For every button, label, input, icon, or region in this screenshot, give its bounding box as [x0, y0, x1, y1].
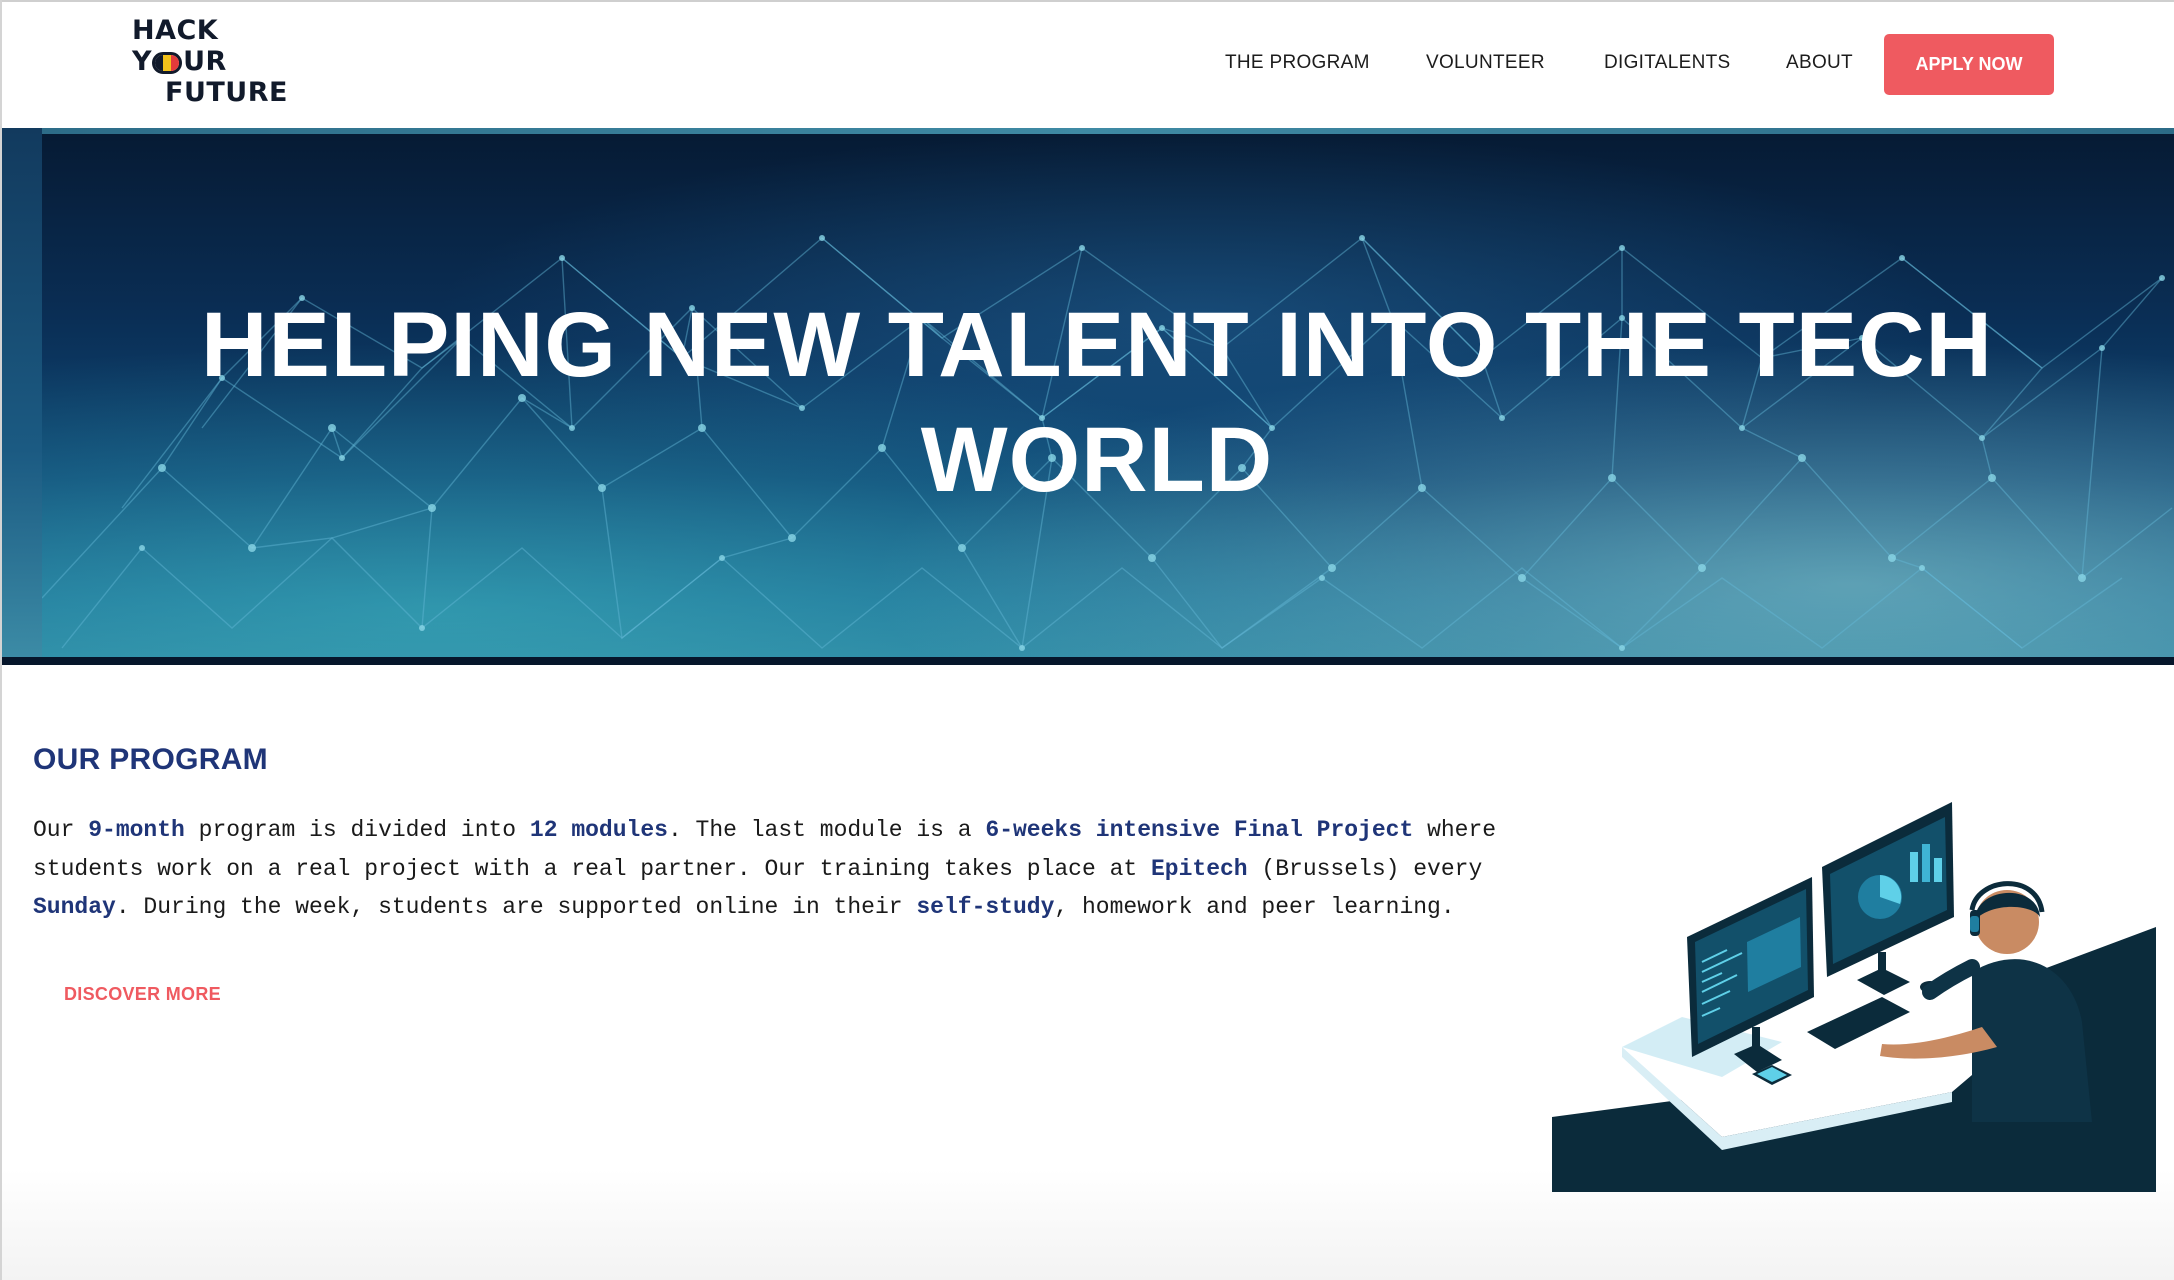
logo[interactable]: HACK Y UR FUTURE — [132, 16, 302, 112]
hero-left-border — [2, 128, 42, 665]
logo-line-2: Y UR — [132, 47, 227, 77]
nav-item-digitalents[interactable]: DIGITALENTS — [1604, 52, 1730, 74]
nav-item-volunteer[interactable]: VOLUNTEER — [1426, 52, 1545, 74]
text-fragment: program is divided into — [184, 817, 530, 843]
highlight-location: Epitech — [1150, 855, 1248, 882]
discover-more-link[interactable]: DISCOVER MORE — [64, 984, 221, 1005]
belgian-flag-icon — [152, 52, 183, 74]
hero-bottom-border — [2, 657, 2174, 665]
developer-illustration — [1552, 802, 2156, 1192]
program-title: OUR PROGRAM — [33, 743, 268, 776]
apply-now-button[interactable]: APPLY NOW — [1884, 34, 2054, 95]
hero-banner: HELPING NEW TALENT INTO THE TECH WORLD — [2, 128, 2174, 665]
highlight-self-study: self-study — [916, 894, 1055, 920]
hero-top-border — [2, 128, 2174, 134]
text-fragment: (Brussels) every — [1247, 855, 1483, 882]
nav-item-about[interactable]: ABOUT — [1786, 52, 1853, 74]
page: HACK Y UR FUTURE THE PROGRAM VOLUNTEER DI… — [0, 0, 2174, 1280]
text-fragment: . The last module is a — [667, 817, 986, 843]
highlight-day: Sunday — [33, 894, 116, 920]
text-fragment: Our — [33, 817, 89, 843]
highlight-modules: 12 modules — [529, 817, 668, 843]
nav-item-the-program[interactable]: THE PROGRAM — [1225, 52, 1370, 74]
program-section: OUR PROGRAM Our 9-month program is divid… — [2, 665, 2174, 1280]
text-fragment: , homework and peer learning. — [1054, 894, 1455, 920]
highlight-duration: 9-month — [88, 817, 185, 843]
site-header: HACK Y UR FUTURE THE PROGRAM VOLUNTEER DI… — [2, 0, 2174, 128]
hero-title: HELPING NEW TALENT INTO THE TECH WORLD — [201, 294, 1993, 511]
logo-line-1: HACK — [132, 15, 219, 46]
logo-letters-ur: UR — [183, 46, 227, 77]
highlight-final-project: 6-weeks intensive Final Project — [985, 817, 1414, 843]
logo-line-3: FUTURE — [165, 77, 288, 108]
program-description: Our 9-month program is divided into 12 m… — [33, 811, 1503, 927]
text-fragment: . During the week, students are supporte… — [115, 894, 917, 920]
logo-letter-y: Y — [132, 46, 153, 77]
